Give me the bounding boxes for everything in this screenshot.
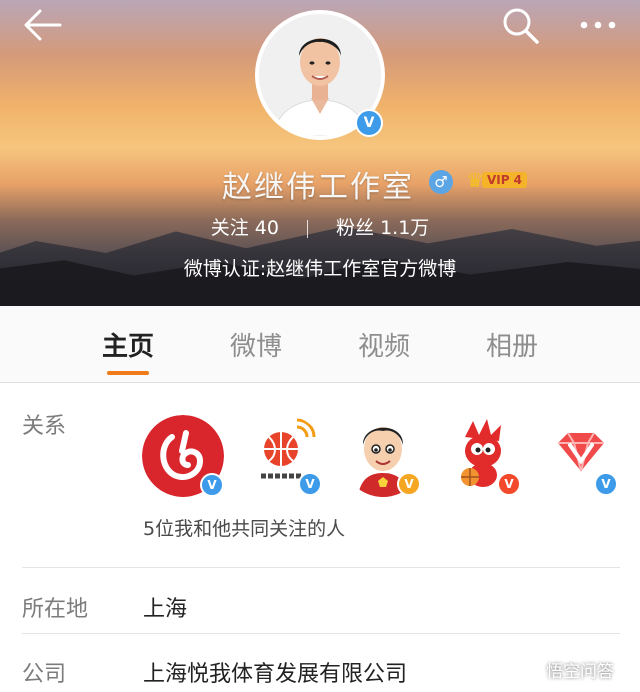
wukong-logo-icon [521, 659, 541, 680]
common-friend-avatar[interactable]: V [142, 415, 224, 497]
profile-avatar[interactable]: V [255, 10, 385, 140]
profile-tabs: 主页 微博 视频 相册 [0, 306, 640, 383]
more-options-icon[interactable] [576, 8, 620, 42]
row-divider [22, 567, 620, 568]
tab-albums[interactable]: 相册 [467, 326, 557, 363]
following-stat[interactable]: 关注 40 [211, 217, 279, 239]
common-friend-avatar[interactable]: V [443, 415, 525, 497]
location-value: 上海 [143, 597, 188, 622]
company-label: 公司 [22, 662, 67, 687]
common-friend-avatar[interactable]: V [243, 415, 325, 497]
row-divider [22, 633, 620, 634]
common-friend-avatar[interactable]: V [540, 415, 622, 497]
followers-label: 粉丝 [336, 217, 375, 239]
vip-level: VIP 4 [481, 172, 528, 188]
location-label: 所在地 [22, 597, 89, 622]
tab-videos[interactable]: 视频 [339, 326, 429, 363]
profile-name: 赵继伟工作室 [222, 170, 414, 205]
company-value: 上海悦我体育发展有限公司 [143, 662, 408, 687]
stats-divider [306, 219, 308, 238]
tab-home[interactable]: 主页 [83, 326, 173, 363]
following-label: 关注 [210, 217, 249, 239]
verified-badge-icon: V [594, 472, 618, 496]
profile-stats: 关注 40 粉丝 1.1万 [0, 213, 640, 240]
common-following-text[interactable]: 5位我和他共同关注的人 [143, 514, 345, 541]
vip-badge[interactable]: ♛ VIP 4 [466, 168, 528, 192]
following-count: 40 [254, 217, 279, 239]
verified-badge-icon: V [200, 473, 224, 497]
tab-weibo[interactable]: 微博 [211, 326, 301, 363]
verified-badge-icon: V [355, 109, 383, 137]
verified-badge-icon: V [397, 472, 421, 496]
verified-badge-icon: V [497, 472, 521, 496]
profile-header: V 赵继伟工作室 ♂ ♛ VIP 4 关注 40 粉丝 1.1万 微博认证:赵继… [0, 0, 640, 306]
watermark-text: 悟空问答 [546, 662, 614, 682]
followers-stat[interactable]: 粉丝 1.1万 [336, 217, 429, 239]
search-icon[interactable] [500, 5, 542, 45]
relations-label: 关系 [22, 414, 67, 439]
male-gender-icon: ♂ [429, 170, 453, 194]
common-friend-avatar[interactable]: V [342, 415, 424, 497]
verified-badge-icon: V [298, 472, 322, 496]
followers-count: 1.1万 [380, 217, 430, 239]
back-arrow-icon[interactable] [22, 8, 62, 42]
watermark: 悟空问答 [520, 657, 614, 682]
active-tab-indicator [107, 371, 149, 375]
verification-text: 微博认证:赵继伟工作室官方微博 [183, 258, 457, 280]
